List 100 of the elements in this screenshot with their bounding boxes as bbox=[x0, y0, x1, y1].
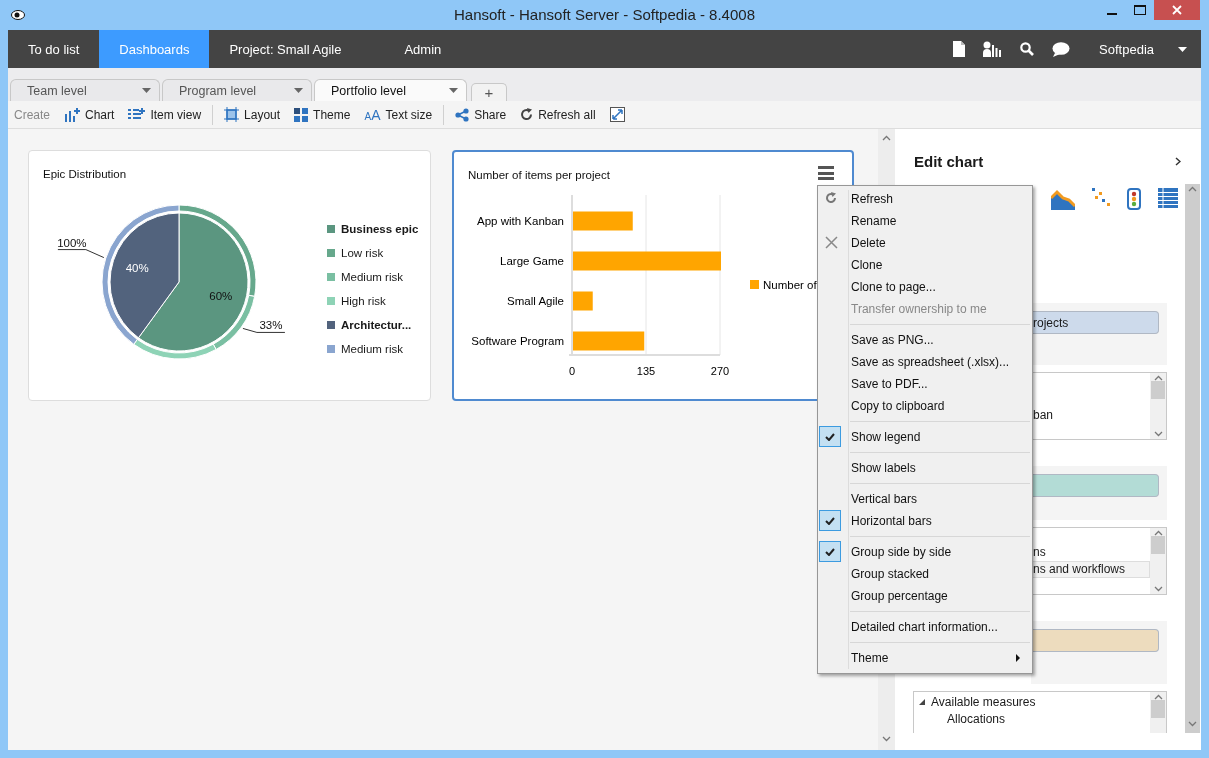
dashboard-tab[interactable]: Portfolio level bbox=[314, 79, 467, 101]
refresh-icon bbox=[520, 108, 534, 121]
document-icon[interactable] bbox=[953, 41, 966, 57]
leader-line bbox=[242, 327, 286, 333]
menu-button[interactable] bbox=[818, 166, 834, 180]
minimize-icon bbox=[1107, 12, 1117, 15]
scroll-up-icon[interactable] bbox=[1153, 693, 1163, 700]
legend-label: Medium risk bbox=[341, 343, 403, 355]
close-button[interactable] bbox=[1154, 0, 1200, 20]
list-row[interactable]: ns and workflows bbox=[1031, 560, 1150, 578]
scroll-up-icon[interactable] bbox=[1153, 530, 1163, 537]
list-row[interactable]: ns bbox=[1031, 543, 1150, 561]
scroll-up-icon[interactable] bbox=[1153, 375, 1163, 382]
menu-item[interactable]: Vertical bars bbox=[818, 488, 1032, 510]
legend-label: Architectur... bbox=[341, 319, 412, 331]
dashboard-tab[interactable]: Team level bbox=[10, 79, 160, 101]
toolbar-button[interactable]: Theme bbox=[288, 102, 357, 127]
toolbar-button[interactable]: Layout bbox=[218, 102, 287, 127]
scroll-down-icon[interactable] bbox=[1153, 585, 1163, 592]
area-chart-icon[interactable] bbox=[1051, 188, 1075, 210]
user-name[interactable]: Softpedia bbox=[1099, 41, 1154, 57]
menu-item[interactable]: Detailed chart information... bbox=[818, 616, 1032, 638]
legend-swatch bbox=[750, 280, 759, 289]
bar bbox=[573, 291, 593, 311]
scatter-plot-icon[interactable] bbox=[1092, 188, 1110, 206]
menu-item[interactable]: Group side by side bbox=[818, 541, 1032, 563]
scroll-down-icon[interactable] bbox=[1153, 431, 1163, 438]
tree-item[interactable]: Allocations bbox=[918, 710, 1150, 728]
scrollbar-thumb[interactable] bbox=[1151, 381, 1165, 400]
tree-item[interactable]: Available measures bbox=[931, 695, 1036, 710]
menu-item[interactable]: Group stacked bbox=[818, 563, 1032, 585]
caret-icon[interactable] bbox=[1178, 46, 1187, 52]
axis-tick-label: 0 bbox=[568, 365, 576, 377]
close-icon bbox=[1172, 5, 1182, 15]
bar bbox=[573, 331, 645, 351]
category-label: Software Program bbox=[471, 335, 564, 347]
list-add-icon bbox=[128, 108, 146, 121]
category-label: Large Game bbox=[500, 255, 564, 267]
caret-icon[interactable] bbox=[449, 88, 458, 93]
axis-tick-label: 135 bbox=[636, 365, 656, 377]
tree-view[interactable]: Available measures Allocations bbox=[913, 690, 1167, 733]
legend-label: Number of bbox=[763, 279, 817, 291]
chart-title: Number of items per project bbox=[468, 169, 610, 181]
table-icon[interactable] bbox=[1158, 188, 1178, 208]
legend-label: Business epic bbox=[341, 223, 419, 235]
share-icon bbox=[455, 107, 470, 122]
app-icon bbox=[11, 10, 25, 20]
traffic-light-icon[interactable] bbox=[1127, 188, 1141, 210]
nav-item[interactable]: Admin bbox=[384, 30, 462, 68]
expand-icon bbox=[609, 107, 625, 122]
add-tab-button[interactable]: + bbox=[471, 83, 507, 101]
list-row[interactable]: ban bbox=[1031, 406, 1150, 424]
nav-item[interactable]: Project: Small Agile bbox=[209, 30, 362, 68]
refresh-icon bbox=[825, 192, 837, 204]
chart-title: Epic Distribution bbox=[43, 168, 127, 180]
scroll-up-icon[interactable] bbox=[1188, 186, 1197, 192]
bar bbox=[573, 211, 633, 231]
menu-item[interactable]: Show labels bbox=[818, 457, 1032, 479]
scrollbar[interactable] bbox=[1185, 184, 1200, 733]
slice-label: 40% bbox=[125, 262, 149, 275]
scroll-down-icon[interactable] bbox=[882, 736, 891, 742]
toolbar-button[interactable]: Share bbox=[449, 102, 513, 127]
create-label: Create bbox=[14, 107, 52, 122]
menu-item[interactable]: Group percentage bbox=[818, 585, 1032, 607]
slice-label: 33% bbox=[259, 319, 283, 332]
menu-item[interactable]: Horizontal bars bbox=[818, 510, 1032, 532]
legend-label: Low risk bbox=[341, 247, 384, 259]
field-pill[interactable]: rojects bbox=[1031, 311, 1159, 335]
axis-tick-label: 270 bbox=[710, 365, 730, 377]
toolbar-button[interactable]: Chart bbox=[58, 102, 121, 127]
chart-add-icon bbox=[64, 107, 81, 122]
list-box[interactable]: ns ns and workflows bbox=[1031, 527, 1167, 595]
scroll-down-icon[interactable] bbox=[1188, 721, 1197, 727]
frame-icon bbox=[224, 107, 240, 122]
user-chart-icon[interactable] bbox=[983, 41, 1003, 57]
text-size-icon: AA bbox=[364, 106, 381, 123]
caret-icon[interactable] bbox=[294, 88, 303, 93]
expanded-icon[interactable] bbox=[918, 698, 926, 707]
close-icon bbox=[825, 236, 838, 249]
tiles-icon bbox=[294, 107, 309, 122]
scrollbar-thumb[interactable] bbox=[1151, 699, 1165, 718]
toolbar-button[interactable]: Item view bbox=[122, 102, 208, 127]
toolbar-button[interactable]: Refresh all bbox=[514, 102, 602, 127]
search-icon[interactable] bbox=[1020, 42, 1035, 56]
slice-label: 100% bbox=[57, 236, 87, 249]
window-title: Hansoft - Hansoft Server - Softpedia - 8.4008 bbox=[453, 6, 756, 23]
scroll-up-icon[interactable] bbox=[882, 135, 891, 141]
menu-item[interactable]: Theme bbox=[818, 647, 1032, 669]
menu-item[interactable]: Show legend bbox=[818, 426, 1032, 448]
nav-item[interactable]: To do list bbox=[8, 30, 100, 68]
scrollbar-thumb[interactable] bbox=[1151, 536, 1165, 555]
legend-label: High risk bbox=[341, 295, 386, 307]
chat-bubble-icon[interactable] bbox=[1052, 41, 1071, 57]
category-label: Small Agile bbox=[507, 295, 564, 307]
panel-title: Edit chart bbox=[914, 152, 984, 170]
dashboard-tab[interactable]: Program level bbox=[162, 79, 312, 101]
maximize-icon bbox=[1134, 5, 1146, 15]
toolbar-button[interactable]: AA Text size bbox=[358, 102, 439, 127]
caret-icon[interactable] bbox=[142, 88, 151, 93]
chevron-right-icon[interactable] bbox=[1175, 156, 1181, 166]
